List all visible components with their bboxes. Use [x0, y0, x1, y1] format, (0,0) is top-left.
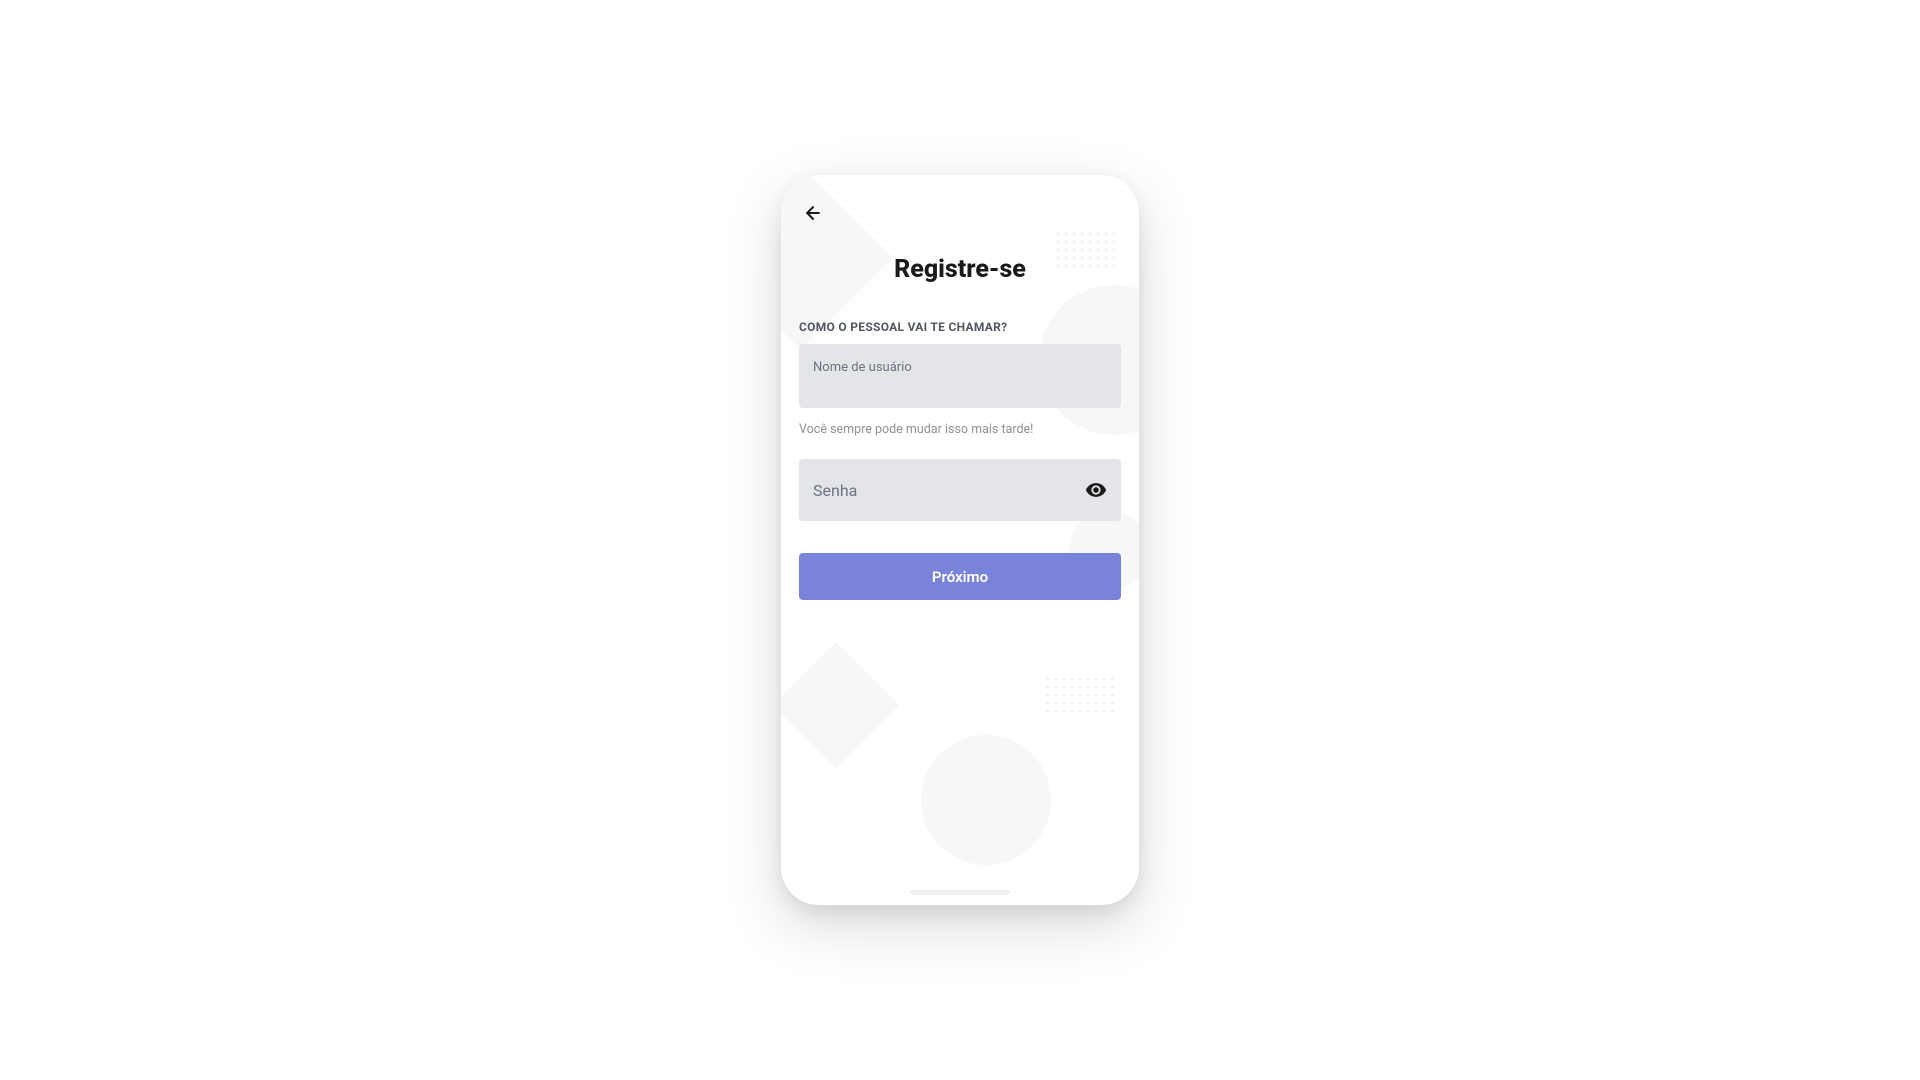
next-button[interactable]: Próximo — [799, 553, 1121, 600]
password-input[interactable] — [799, 459, 1121, 521]
arrow-left-icon — [803, 203, 823, 223]
phone-frame: Registre-se COMO O PESSOAL VAI TE CHAMAR… — [781, 175, 1139, 905]
back-button[interactable] — [799, 199, 827, 227]
eye-icon — [1085, 479, 1107, 501]
toggle-password-visibility[interactable] — [1085, 479, 1107, 501]
password-wrapper — [799, 459, 1121, 521]
home-indicator — [910, 890, 1010, 895]
page-title: Registre-se — [799, 255, 1121, 284]
username-input[interactable] — [799, 344, 1121, 408]
username-label: COMO O PESSOAL VAI TE CHAMAR? — [799, 320, 1121, 334]
username-hint: Você sempre pode mudar isso mais tarde! — [799, 422, 1121, 437]
